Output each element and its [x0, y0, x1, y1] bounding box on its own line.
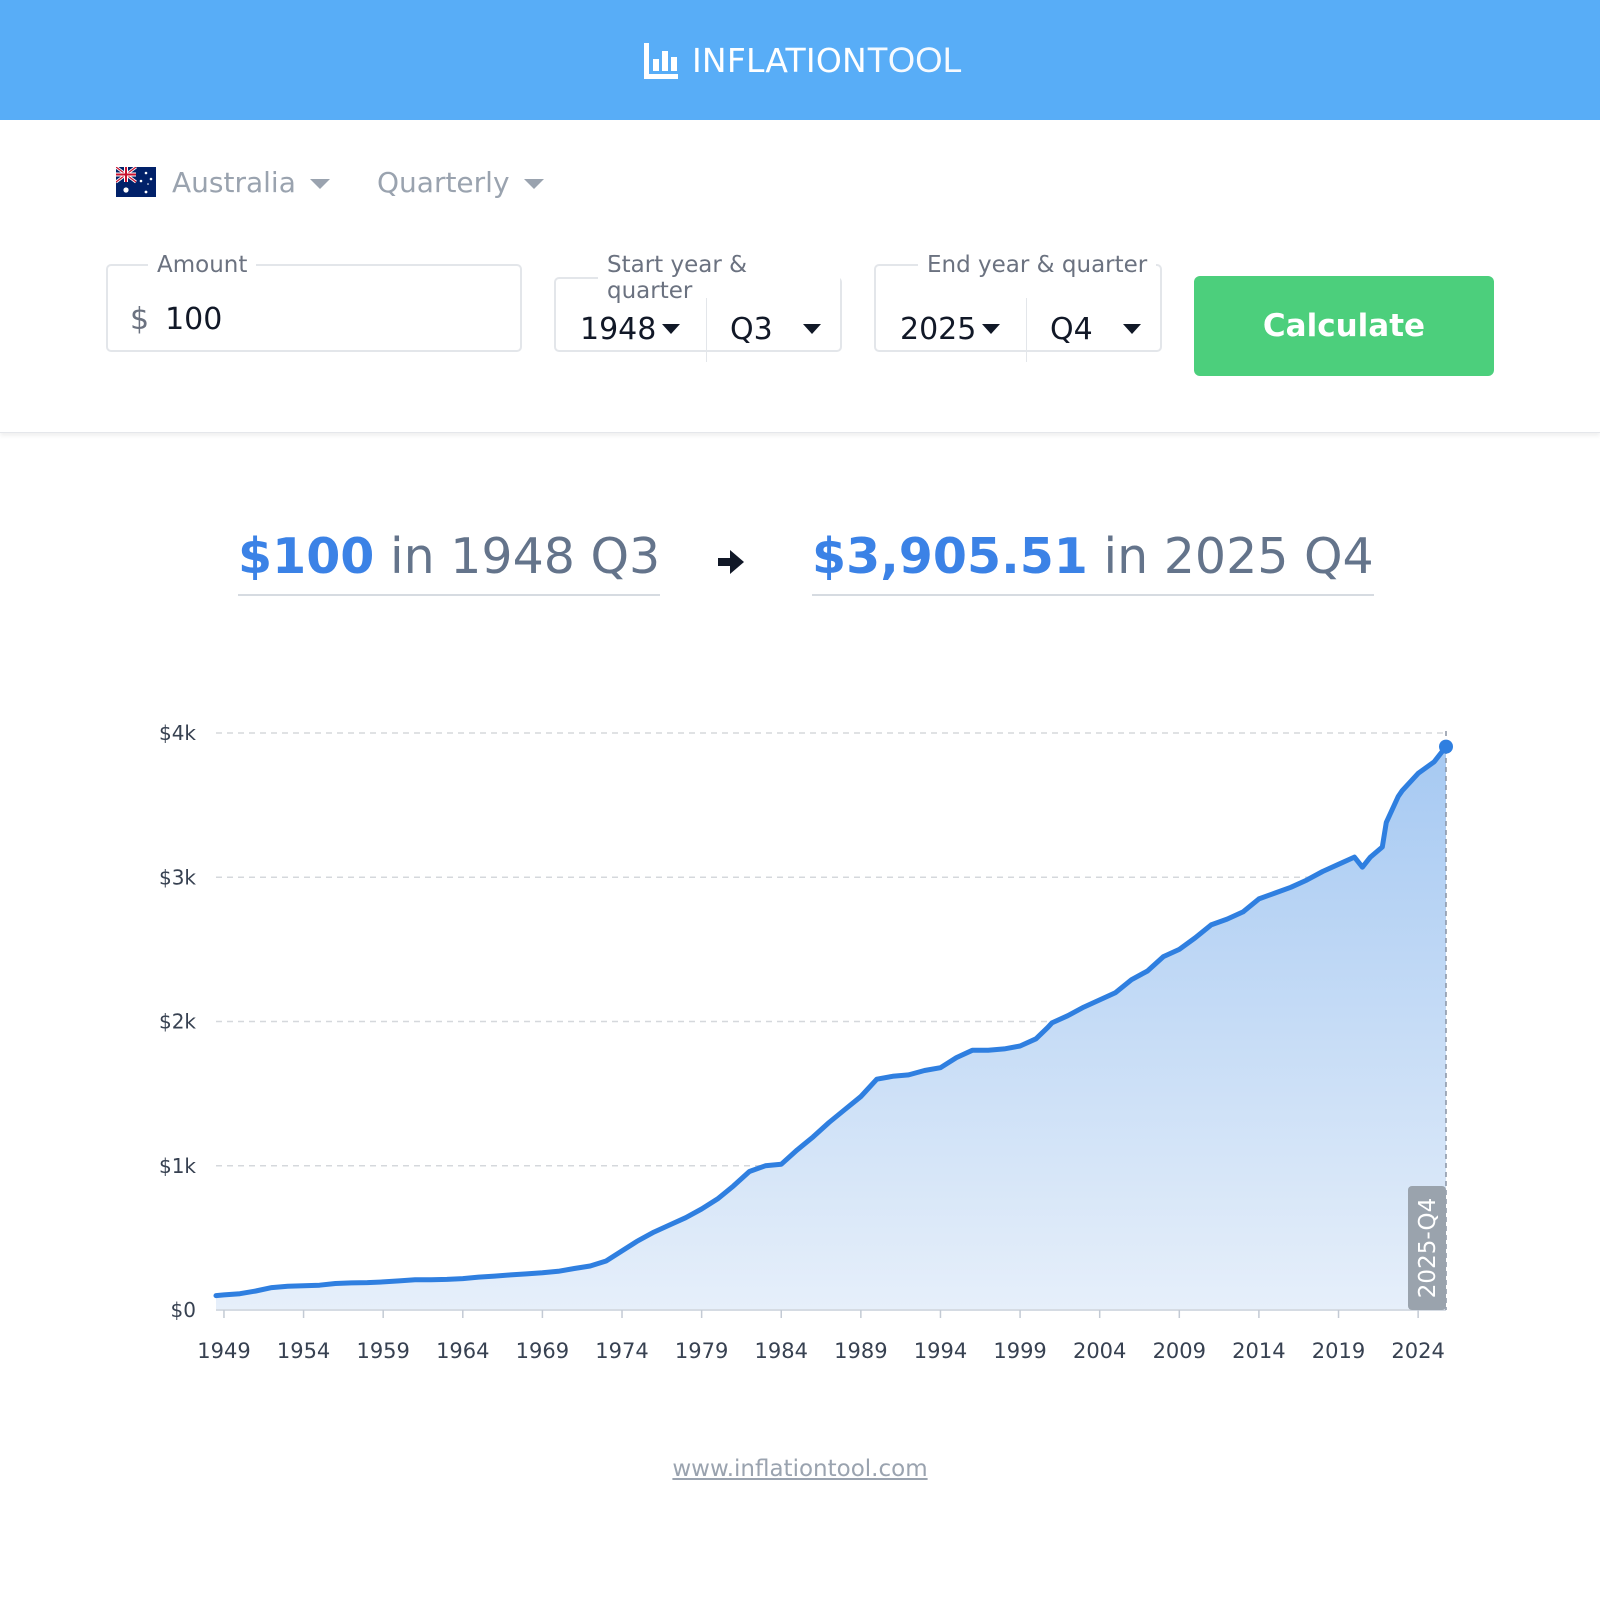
amount-input-group: $: [130, 302, 486, 337]
from-amount: $100: [238, 528, 375, 585]
x-tick-label: 2004: [1073, 1339, 1126, 1363]
chevron-down-icon: [1122, 324, 1141, 334]
x-tick-label: 2014: [1232, 1339, 1285, 1363]
start-year-dropdown[interactable]: 1948: [580, 296, 681, 362]
result-to: $3,905.51 in 2025 Q4: [812, 528, 1374, 598]
to-period: in 2025 Q4: [1103, 528, 1374, 585]
frequency-selector[interactable]: Quarterly: [377, 160, 544, 204]
amount-input[interactable]: [165, 302, 486, 337]
end-year-value: 2025: [900, 311, 977, 347]
from-period: in 1948 Q3: [389, 528, 661, 585]
inflation-chart: $0 $1k $2k $3k $4k 1949 1954 1959 1964 1969 1974 19…: [159, 721, 1453, 1363]
logo-text: INFLATIONTOOL: [692, 41, 962, 81]
bar-chart-icon: [644, 43, 678, 79]
x-tick-label: 2024: [1391, 1339, 1444, 1363]
frequency-label: Quarterly: [377, 165, 510, 199]
start-year-value: 1948: [580, 311, 657, 347]
australia-flag-icon: [116, 167, 156, 197]
x-tick-label: 1964: [436, 1339, 489, 1363]
divider: [1026, 298, 1027, 362]
amount-legend: Amount: [157, 252, 248, 278]
x-tick-label: 2009: [1153, 1339, 1206, 1363]
end-quarter-value: Q4: [1050, 311, 1093, 347]
chevron-down-icon: [662, 324, 681, 334]
currency-symbol: $: [130, 302, 150, 337]
x-tick-label: 1979: [675, 1339, 728, 1363]
end-quarter-dropdown[interactable]: Q4: [1050, 296, 1141, 362]
x-tick-label: 1959: [356, 1339, 409, 1363]
arrow-right-icon: [718, 550, 744, 574]
y-tick-label: $2k: [159, 1010, 196, 1034]
start-quarter-dropdown[interactable]: Q3: [730, 296, 821, 362]
x-tick-label: 1974: [595, 1339, 648, 1363]
country-label: Australia: [172, 165, 296, 199]
country-selector[interactable]: Australia: [116, 160, 330, 204]
end-year-dropdown[interactable]: 2025: [900, 296, 1001, 362]
x-tick-label: 1969: [516, 1339, 569, 1363]
x-tick-label: 1994: [914, 1339, 967, 1363]
divider: [706, 298, 707, 362]
chevron-down-icon: [802, 324, 821, 334]
x-tick-label: 1989: [834, 1339, 887, 1363]
website-link[interactable]: www.inflationtool.com: [0, 1456, 1600, 1482]
underline: [238, 594, 661, 596]
calculate-button[interactable]: Calculate: [1194, 276, 1494, 376]
logo-text-bold: INFLATION: [692, 41, 867, 80]
y-tick-label: $0: [171, 1298, 196, 1322]
y-tick-label: $3k: [159, 865, 196, 889]
series-area: [216, 746, 1446, 1310]
chevron-down-icon: [309, 179, 330, 189]
x-tick-label: 2019: [1312, 1339, 1365, 1363]
end-legend: End year & quarter: [927, 252, 1148, 278]
x-tick-label: 1949: [197, 1339, 250, 1363]
chevron-down-icon: [982, 324, 1001, 334]
result-from: $100 in 1948 Q3: [238, 528, 661, 598]
chevron-down-icon: [523, 179, 544, 189]
x-tick-label: 1984: [755, 1339, 808, 1363]
x-tick-label: 1999: [993, 1339, 1046, 1363]
data-point: [1439, 739, 1453, 754]
y-tick-label: $1k: [159, 1154, 196, 1178]
logo-text-light: TOOL: [866, 41, 963, 80]
x-tick-label: 1954: [277, 1339, 330, 1363]
start-quarter-value: Q3: [730, 311, 773, 347]
logo[interactable]: INFLATIONTOOL: [642, 38, 962, 84]
underline: [812, 594, 1374, 596]
calculator-panel: Australia Quarterly Amount $ Start year …: [0, 120, 1600, 433]
y-tick-label: $4k: [159, 721, 196, 745]
marker-label: 2025-Q4: [1415, 1198, 1441, 1298]
top-bar: INFLATIONTOOL: [0, 0, 1600, 120]
to-amount: $3,905.51: [812, 528, 1088, 585]
